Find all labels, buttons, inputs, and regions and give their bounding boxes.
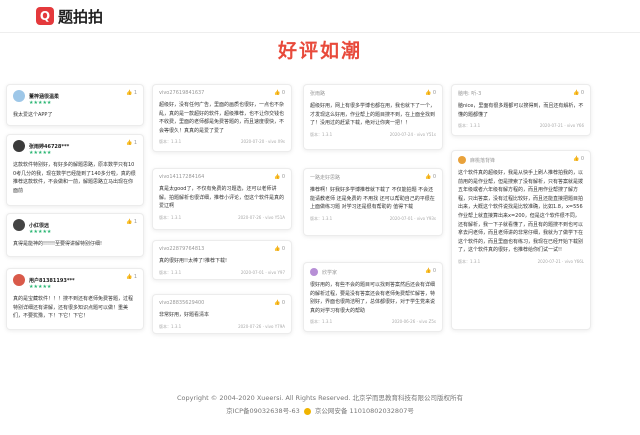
reviewer-name: vivo27619841637: [159, 90, 205, 96]
like-count[interactable]: 👍 0: [274, 246, 285, 252]
like-count[interactable]: 👍 1: [126, 274, 137, 280]
review-card: 董梓涵很温柔 ★★★★★ 👍 1 我太爱这个APP了: [6, 84, 144, 126]
review-date: 2020-07-24 · vivo Y51s: [389, 131, 436, 137]
reviewer-name: vivo28835629400: [159, 300, 205, 306]
reviewer-name: 张雨路: [310, 91, 326, 97]
review-card: 欣学家 👍 0 很好用的，有些不会的题目可以找到答案然后还会有详细的解析过程，要…: [303, 262, 443, 332]
review-text: 真的很好用!!太棒了!推荐下载!: [159, 258, 228, 264]
review-text: 这款软件特别好，有好多的解题思路，原本数学只有100考几分的我，现在数学已经能到…: [13, 162, 136, 194]
reviewer-name: 欣学家: [322, 269, 338, 276]
app-version: 版本：1.3.1: [458, 258, 481, 264]
reviewer-name: 一路走好思路: [310, 175, 341, 181]
app-version: 版本：1.3.1: [310, 319, 333, 325]
review-text: 我太爱这个APP了: [13, 112, 53, 118]
review-date: 2020-07-20 · vivo X9s: [241, 139, 285, 145]
like-count[interactable]: 👍 0: [573, 90, 584, 96]
review-date: 2020-07-01 · vivo Y93s: [389, 215, 436, 221]
app-name[interactable]: 题拍拍: [58, 6, 103, 27]
like-count[interactable]: 👍 0: [425, 90, 436, 96]
rating-stars: ★★★★★: [29, 100, 52, 106]
like-count[interactable]: 👍 0: [573, 156, 584, 162]
app-version: 版本：1.3.1: [159, 214, 182, 220]
review-text: 脑nice，里面有很多题都可以搜得到，而且还有解析，不懂的题都懂了: [458, 103, 584, 118]
review-card: vivo22879764813 👍 0 真的很好用!!太棒了!推荐下载! 版本：…: [152, 240, 292, 280]
rating-stars: ★★★★★: [29, 284, 52, 290]
review-date: 2020-07-21 · vivo Y66: [539, 123, 584, 129]
app-version: 版本：1.3.1: [458, 123, 481, 129]
review-card: vivo28835629400 👍 0 非常好用，好题看清本 版本：1.3.1 2…: [152, 294, 292, 334]
app-version: 版本：1.3.1: [159, 139, 182, 145]
review-card: 脑电: 听-3 👍 0 脑nice，里面有很多题都可以搜得到，而且还有解析，不懂…: [451, 84, 591, 136]
like-count[interactable]: 👍 0: [274, 90, 285, 96]
app-version: 版本：1.3.1: [159, 323, 182, 329]
like-count[interactable]: 👍 1: [126, 90, 137, 96]
like-count[interactable]: 👍 0: [425, 174, 436, 180]
review-card: 用户81381193*** ★★★★★ 👍 1 真的是宝藏软件！！！搜不到还有老…: [6, 268, 144, 330]
avatar: [13, 219, 25, 231]
avatar: [458, 156, 466, 164]
review-text: 很好用的，有些不会的题目可以找到答案然后还会有详细的解析过程，要是没有答案还会有…: [310, 282, 436, 314]
review-text: 真的是宝藏软件！！！搜不到还有老师免费答题，过程特别详细还有讲解，还有很多知识点…: [13, 296, 134, 320]
reviewer-name: 用户81381193***: [29, 277, 75, 284]
review-card: vivo27619841637 👍 0 超级好，没有任何广告，里面的画质也很好，…: [152, 84, 292, 152]
review-text: 真得是能神的!!!!!!至要得讲解特别仔细!: [13, 241, 103, 247]
review-text: 真是太good了，不仅有免费的习题选，还可以老师讲解。拍题解析也很详细，推荐小评…: [159, 186, 285, 210]
review-text: 推荐啊！好我好多学博推荐就下载了 不仅能拍题 不会还能请教老师 还是免费的 不用…: [310, 187, 435, 211]
rating-stars: ★★★★★: [29, 150, 52, 156]
review-date: 2020-07-21 · vivo Y66L: [537, 258, 584, 264]
icp-link[interactable]: 京ICP备09032638号-63: [226, 407, 300, 415]
avatar: [310, 268, 318, 276]
reviewer-name: 张雨婷46728***: [29, 143, 70, 150]
police-record-link[interactable]: 京公网安备 11010802032807号: [315, 407, 414, 415]
review-card: vivo14117284164 👍 0 真是太good了，不仅有免费的习题选，还…: [152, 168, 292, 230]
like-count[interactable]: 👍 0: [274, 174, 285, 180]
review-card: 小红很远 ★★★★★ 👍 1 真得是能神的!!!!!!至要得讲解特别仔细!: [6, 213, 144, 257]
review-text: 超级好，没有任何广告，里面的画质也很好，一点也不杂乱，真的是一款超好的软件，超级…: [159, 102, 285, 134]
app-version: 版本：1.3.1: [310, 215, 333, 221]
avatar: [13, 140, 25, 152]
app-version: 版本：1.3.1: [310, 131, 333, 137]
avatar: [13, 90, 25, 102]
review-card: 麻桃落背锋 👍 0 这个软件真的超级好，我是从快手上刷人推荐拍我的，以前用的是作…: [451, 150, 591, 330]
app-version: 版本：1.3.1: [159, 269, 182, 275]
footer-registration: 京ICP备09032638号-63 京公网安备 11010802032807号: [0, 405, 640, 415]
review-date: 2020-07-26 · vivo Y51A: [238, 214, 285, 220]
reviewer-name: 董梓涵很温柔: [29, 93, 60, 100]
review-text: 超级好用，网上有很多学博也都在用，我也就下了一个，才发现这么好用，作业帮上的题目…: [310, 103, 436, 127]
review-text: 这个软件真的超级好，我是从快手上刷人推荐拍我的，以前用的是作业帮，但是搜索了没有…: [458, 170, 584, 254]
reviewer-name: 麻桃落背锋: [470, 157, 496, 164]
like-count[interactable]: 👍 1: [126, 140, 137, 146]
copyright-text: Copyright © 2004-2020 Xueersi. All Right…: [176, 394, 464, 402]
review-card: 一路走好思路 👍 0 推荐啊！好我好多学博推荐就下载了 不仅能拍题 不会还能请教…: [303, 168, 443, 236]
reviewer-name: 脑电: 听-3: [458, 91, 482, 97]
like-count[interactable]: 👍 0: [425, 268, 436, 274]
top-bar: Q 题拍拍: [0, 0, 640, 33]
review-date: 2020-07-26 · vivo Y79A: [238, 323, 285, 329]
police-badge-icon: [303, 407, 311, 415]
reviewer-name: vivo14117284164: [159, 174, 205, 180]
review-date: 2020-06-26 · vivo Z5s: [392, 319, 436, 325]
like-count[interactable]: 👍 1: [126, 219, 137, 225]
rating-stars: ★★★★★: [29, 229, 52, 235]
reviewer-name: vivo22879764813: [159, 246, 205, 252]
avatar: [13, 274, 25, 286]
app-logo-icon[interactable]: Q: [36, 7, 54, 25]
review-date: 2020-07-01 · vivo Y97: [240, 269, 285, 275]
page-title: 好评如潮: [277, 40, 362, 62]
reviewer-name: 小红很远: [29, 222, 50, 229]
review-card: 张雨婷46728*** ★★★★★ 👍 1 这款软件特别好，有好多的解题思路，原…: [6, 134, 144, 206]
like-count[interactable]: 👍 0: [274, 300, 285, 306]
review-card: 张雨路 👍 0 超级好用，网上有很多学博也都在用，我也就下了一个，才发现这么好用…: [303, 84, 443, 150]
review-text: 非常好用，好题看清本: [159, 312, 210, 318]
